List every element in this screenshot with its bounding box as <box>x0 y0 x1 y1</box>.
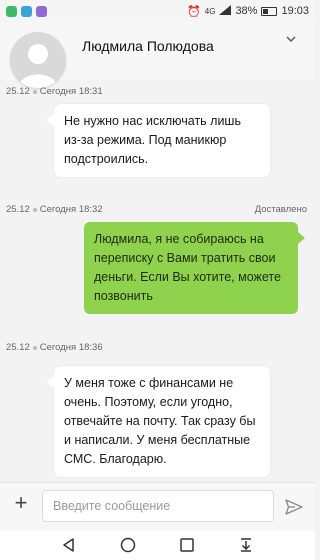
notification-icons <box>6 5 47 17</box>
message-list[interactable]: 25.12 Сегодня 18:31 Не нужно нас исключа… <box>0 80 315 482</box>
message-timestamp: 25.12 Сегодня 18:32 <box>6 204 103 215</box>
message-timestamp: 25.12 Сегодня 18:31 <box>6 86 103 97</box>
battery-icon <box>261 6 278 16</box>
app-notification-icon <box>36 5 47 17</box>
network-type: 4G <box>204 6 216 16</box>
attach-plus-button[interactable]: + <box>10 492 32 515</box>
clock: 19:03 <box>281 5 309 17</box>
home-circle-icon[interactable] <box>120 537 136 553</box>
composer-bar: + <box>0 482 315 530</box>
alarm-icon: ⏰ <box>187 5 201 18</box>
incoming-message[interactable]: У меня тоже с финансами не очень. Поэтом… <box>47 366 270 477</box>
delivery-status: Доставлено <box>254 204 307 215</box>
message-input[interactable] <box>42 490 274 522</box>
conversation-header: Людмила Полюдова <box>0 22 315 88</box>
incoming-message[interactable]: Не нужно нас исключать лишь из-за режима… <box>47 104 270 177</box>
back-triangle-icon[interactable] <box>61 537 77 553</box>
notification-shade-icon[interactable] <box>238 537 254 553</box>
system-nav-bar <box>0 530 315 560</box>
message-timestamp: 25.12 Сегодня 18:36 <box>6 342 103 353</box>
status-bar: ⏰ 4G 38% 19:03 <box>0 0 315 22</box>
send-icon <box>285 499 303 515</box>
send-button[interactable] <box>284 497 304 517</box>
battery-percent: 38% <box>235 5 258 17</box>
chevron-down-icon[interactable] <box>286 32 296 46</box>
app-notification-icon <box>6 5 17 17</box>
app-notification-icon <box>21 5 32 17</box>
recents-square-icon[interactable] <box>179 537 195 553</box>
signal-icon <box>219 4 232 18</box>
contact-name[interactable]: Людмила Полюдова <box>82 38 214 54</box>
outgoing-message[interactable]: Людмила, я не собираюсь на переписку с В… <box>84 222 305 314</box>
